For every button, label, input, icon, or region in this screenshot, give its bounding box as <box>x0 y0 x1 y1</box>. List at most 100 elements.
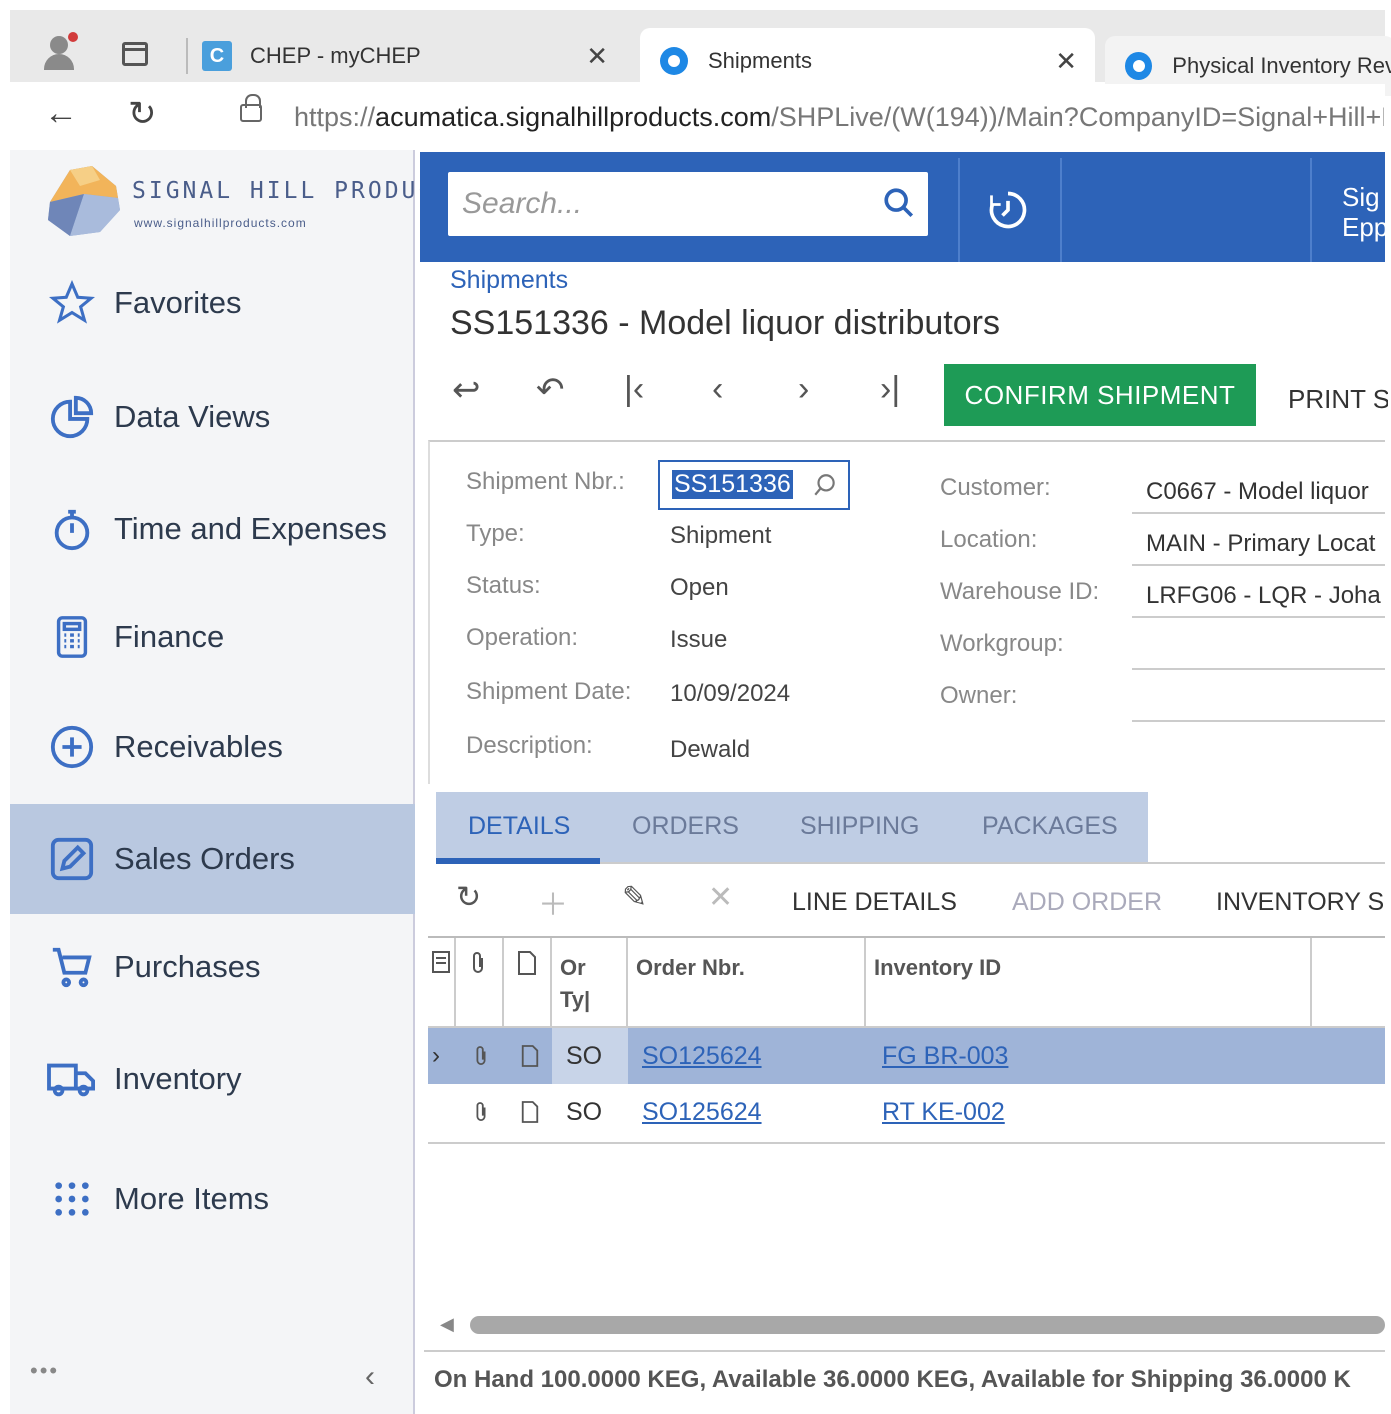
more-options-icon[interactable]: ••• <box>30 1358 59 1384</box>
sidebar-item-label: Sales Orders <box>114 841 295 876</box>
location-label: Location: <box>940 526 1038 553</box>
left-navigation: SIGNAL HILL PRODUCTS www.signalhillprodu… <box>10 150 466 1414</box>
active-tab-indicator <box>436 858 600 864</box>
attachment-icon[interactable] <box>472 1028 490 1084</box>
add-row-icon[interactable]: ＋ <box>538 880 568 924</box>
tab-shipping[interactable]: SHIPPING <box>800 812 919 841</box>
inventory-id-link[interactable]: FG BR-003 <box>882 1028 1008 1084</box>
calculator-icon <box>46 611 98 663</box>
inventory-id-link[interactable]: RT KE-002 <box>882 1084 1005 1140</box>
customer-field[interactable]: C0667 - Model liquor <box>1132 468 1385 514</box>
add-order-button[interactable]: ADD ORDER <box>1012 888 1162 917</box>
shipment-date-value[interactable]: 10/09/2024 <box>670 680 790 708</box>
sidebar-item-purchases[interactable]: Purchases <box>10 912 415 1022</box>
sidebar-item-inventory[interactable]: Inventory <box>10 1024 415 1134</box>
url-field[interactable]: https://acumatica.signalhillproducts.com… <box>294 102 1384 133</box>
search-icon[interactable] <box>882 186 916 225</box>
browser-tab-chep[interactable]: C CHEP - myCHEP ✕ <box>196 28 626 84</box>
sidebar-item-label: More Items <box>114 1181 270 1216</box>
sidebar-item-label: Inventory <box>114 1061 242 1096</box>
attachment-icon[interactable] <box>472 1084 490 1140</box>
stopwatch-icon <box>46 503 98 555</box>
shipment-nbr-field[interactable]: SS151336 <box>658 460 850 510</box>
sidebar-item-receivables[interactable]: Receivables <box>10 692 415 802</box>
tab-details[interactable]: DETAILS <box>468 812 570 841</box>
inventory-id-header[interactable]: Inventory ID <box>866 938 1312 1026</box>
tab-packages[interactable]: PACKAGES <box>982 812 1118 841</box>
sidebar-item-more-items[interactable]: More Items <box>10 1144 415 1254</box>
print-button[interactable]: PRINT S <box>1288 384 1388 415</box>
note-icon[interactable] <box>520 1084 540 1140</box>
warehouse-field[interactable]: LRFG06 - LQR - Joha <box>1132 572 1385 618</box>
user-company: Sig <box>1342 182 1380 212</box>
company-logo[interactable]: SIGNAL HILL PRODUCTS www.signalhillprodu… <box>40 158 466 248</box>
scroll-left-icon[interactable]: ◀ <box>440 1314 454 1335</box>
star-icon <box>46 277 98 329</box>
back-arrow-icon[interactable]: ← <box>44 94 78 133</box>
history-icon[interactable] <box>986 188 1030 237</box>
sidebar-item-data-views[interactable]: Data Views <box>10 362 415 472</box>
brand-url: www.signalhillproducts.com <box>134 216 307 230</box>
note-icon[interactable] <box>520 1028 540 1084</box>
sidebar-item-sales-orders[interactable]: Sales Orders <box>10 804 415 914</box>
last-record-icon[interactable]: ›| <box>880 370 900 409</box>
row-expand-icon[interactable]: › <box>432 1028 440 1084</box>
sidebar-item-time-and-expenses[interactable]: Time and Expenses <box>10 474 415 584</box>
lookup-icon[interactable] <box>812 472 838 503</box>
close-icon[interactable]: ✕ <box>586 41 608 72</box>
cancel-changes-icon[interactable]: ↶ <box>536 370 565 410</box>
order-nbr-header[interactable]: Order Nbr. <box>628 938 866 1026</box>
order-nbr-link[interactable]: SO125624 <box>642 1084 762 1140</box>
order-type-cell[interactable]: SO <box>566 1084 602 1140</box>
search-input[interactable] <box>462 182 862 226</box>
scrollbar-thumb[interactable] <box>470 1316 1385 1334</box>
sidebar-item-label: Purchases <box>114 949 261 984</box>
inventory-status-bar: On Hand 100.0000 KEG, Available 36.0000 … <box>424 1350 1385 1414</box>
pie-chart-icon <box>46 391 98 443</box>
lock-icon[interactable] <box>240 94 262 122</box>
previous-record-icon[interactable]: ‹ <box>712 370 723 409</box>
grid-settings-icon[interactable] <box>428 938 456 1026</box>
horizontal-scrollbar[interactable]: ◀ <box>430 1312 1385 1338</box>
description-value[interactable]: Dewald <box>670 736 750 764</box>
order-type-header[interactable]: Or Ty| <box>552 938 628 1026</box>
first-record-icon[interactable]: |‹ <box>624 370 644 409</box>
tab-title: Physical Inventory Revi <box>1172 53 1391 78</box>
separator <box>1060 158 1062 262</box>
confirm-shipment-button[interactable]: CONFIRM SHIPMENT <box>944 364 1256 426</box>
shipment-nbr-label: Shipment Nbr.: <box>466 468 625 495</box>
inventory-summary-button[interactable]: INVENTORY S <box>1216 888 1385 917</box>
table-row[interactable]: SO SO125624 RT KE-002 <box>428 1084 1385 1140</box>
brand-name: SIGNAL HILL PRODUCTS <box>132 178 469 204</box>
table-row[interactable]: › SO SO125624 FG BR-003 <box>428 1028 1385 1084</box>
chep-favicon-icon: C <box>202 41 232 71</box>
breadcrumb[interactable]: Shipments <box>450 266 568 295</box>
undo-back-icon[interactable]: ↩ <box>452 370 481 410</box>
attachment-column-icon <box>456 938 504 1026</box>
close-icon[interactable]: ✕ <box>1055 46 1077 77</box>
owner-label: Owner: <box>940 682 1018 709</box>
sidebar-item-finance[interactable]: Finance <box>10 582 415 692</box>
separator <box>958 158 960 262</box>
order-type-cell[interactable]: SO <box>552 1028 628 1084</box>
collapse-sidebar-icon[interactable]: ‹ <box>365 1360 375 1394</box>
reload-icon[interactable]: ↻ <box>128 94 157 134</box>
plus-circle-icon <box>46 721 98 773</box>
edit-row-icon[interactable]: ✎ <box>622 880 647 915</box>
tab-strip: DETAILS ORDERS SHIPPING PACKAGES <box>436 792 1148 862</box>
workgroup-field[interactable] <box>1132 624 1385 670</box>
refresh-icon[interactable]: ↻ <box>456 880 481 915</box>
owner-field[interactable] <box>1132 676 1385 722</box>
customer-label: Customer: <box>940 474 1051 501</box>
sidebar-item-favorites[interactable]: Favorites <box>10 248 415 358</box>
profile-icon[interactable] <box>40 32 80 72</box>
next-record-icon[interactable]: › <box>798 370 809 409</box>
workgroup-label: Workgroup: <box>940 630 1064 657</box>
sidebar-toggle-icon[interactable] <box>122 42 148 66</box>
delete-row-icon[interactable]: ✕ <box>708 880 733 915</box>
user-menu[interactable]: Sig Epp <box>1342 182 1388 242</box>
location-field[interactable]: MAIN - Primary Locat <box>1132 520 1385 566</box>
line-details-button[interactable]: LINE DETAILS <box>792 888 957 917</box>
order-nbr-link[interactable]: SO125624 <box>642 1028 762 1084</box>
tab-orders[interactable]: ORDERS <box>632 812 739 841</box>
